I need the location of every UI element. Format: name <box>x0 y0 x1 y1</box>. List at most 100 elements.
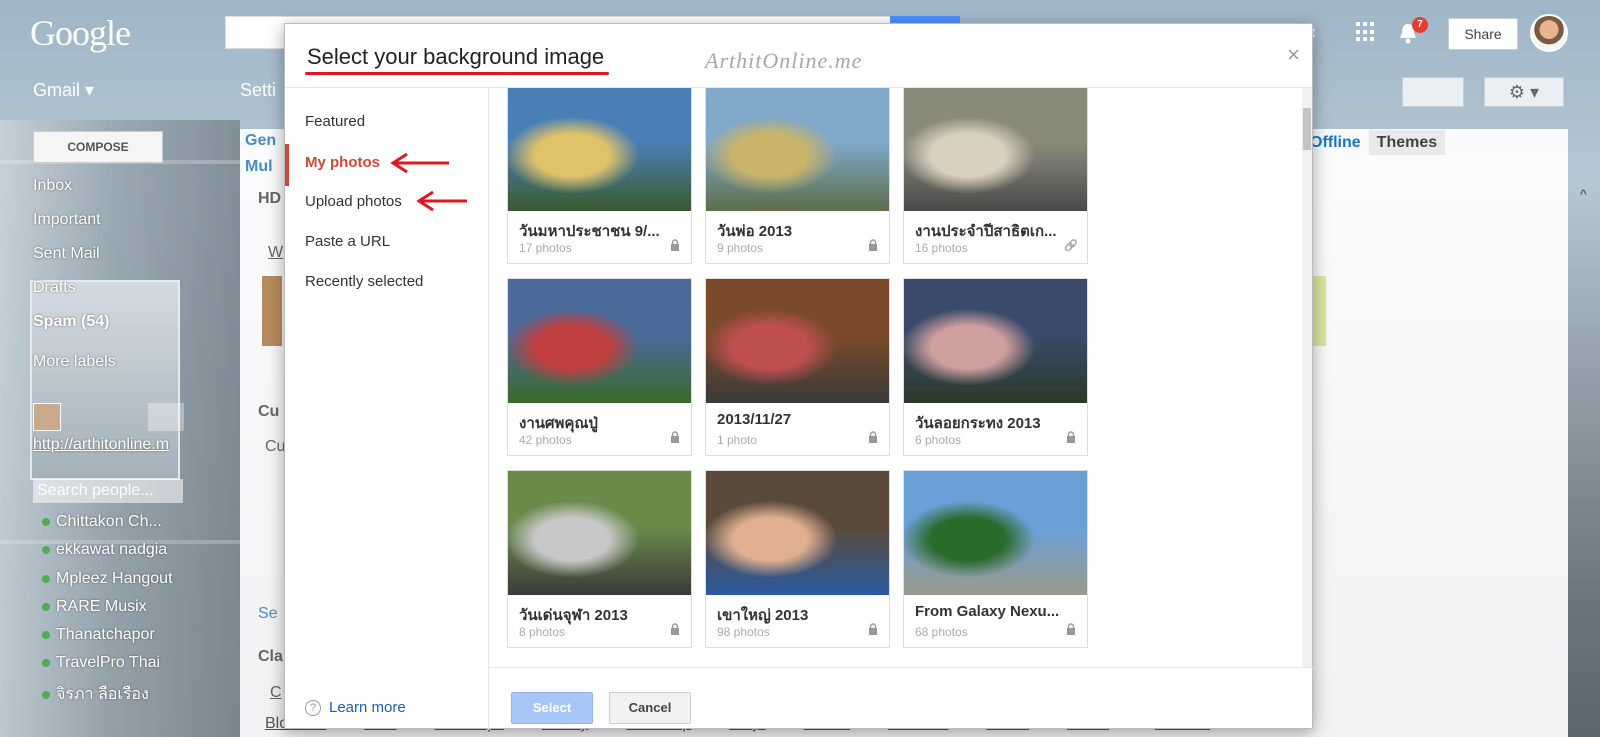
link-partial[interactable]: W <box>268 244 283 262</box>
nav-paste-url[interactable]: Paste a URL <box>305 233 390 250</box>
album-thumbnail[interactable] <box>904 471 1087 595</box>
keyboard-input-button[interactable] <box>1402 77 1464 107</box>
annotation-arrow-icon <box>416 190 467 212</box>
dialog-title: Select your background image <box>307 44 605 69</box>
album-card[interactable]: วันลอยกระทง 2013 6 photos <box>903 278 1088 456</box>
album-grid: วันมหาประชาชน 9/... 17 photos วันพ่อ 2013 9… <box>489 88 1299 667</box>
album-name: วันมหาประชาชน 9/... <box>519 223 660 240</box>
scrollbar[interactable] <box>1302 88 1312 667</box>
album-card[interactable]: งานประจำปีสาธิตเก... 16 photos 🔗 <box>903 88 1088 264</box>
album-thumbnail[interactable] <box>508 471 691 595</box>
chat-contact[interactable]: Thanatchapor <box>42 626 187 644</box>
share-button[interactable]: Share <box>1448 18 1518 50</box>
tab-offline[interactable]: Offline <box>1310 134 1361 151</box>
tab-multiple-partial[interactable]: Mul <box>245 158 273 176</box>
classic-heading-partial: Cla <box>258 648 283 665</box>
watermark: ArthitOnline.me <box>705 48 863 73</box>
gmail-menu-label[interactable]: Gmail ▾ <box>33 80 94 101</box>
dialog-footer: Select Cancel <box>489 667 1313 729</box>
album-name: งานประจำปีสาธิตเก... <box>915 223 1057 240</box>
album-name: 2013/11/27 <box>717 411 792 428</box>
sidebar-item-more-labels[interactable]: More labels <box>33 353 116 371</box>
close-icon[interactable]: × <box>1287 42 1300 68</box>
learn-more-link[interactable]: ? Learn more <box>305 699 406 716</box>
album-card[interactable]: วันพ่อ 2013 9 photos <box>705 88 890 264</box>
chat-contact[interactable]: TravelPro Thai <box>42 654 187 672</box>
lock-icon <box>869 431 877 443</box>
apps-grid-icon[interactable] <box>1356 22 1376 42</box>
chat-contact[interactable]: ekkawat nadgia <box>42 541 187 559</box>
background-image-dialog: Select your background image ArthitOnlin… <box>284 23 1313 730</box>
see-link-partial[interactable]: Se <box>258 605 278 623</box>
custom-label-partial: Cu <box>265 438 286 455</box>
lock-icon <box>869 239 877 251</box>
chat-contact[interactable]: จิรภา ลือเรือง <box>42 682 187 707</box>
album-name: เขาใหญ่ 2013 <box>717 607 809 624</box>
theme-thumbnail[interactable] <box>262 276 282 346</box>
dialog-nav: Featured My photos Upload photos Paste a… <box>285 88 489 730</box>
scrollbar-thumb[interactable] <box>1303 108 1311 150</box>
nav-recently-selected[interactable]: Recently selected <box>305 273 423 290</box>
sidebar-item-spam[interactable]: Spam (54) <box>33 313 109 331</box>
album-thumbnail[interactable] <box>508 88 691 211</box>
notification-count-badge: 7 <box>1412 17 1428 33</box>
scroll-up-icon[interactable]: ^ <box>1580 186 1587 202</box>
sidebar-item-sent-mail[interactable]: Sent Mail <box>33 245 100 263</box>
nav-my-photos[interactable]: My photos <box>305 154 380 171</box>
album-thumbnail[interactable] <box>904 279 1087 403</box>
sidebar-item-inbox[interactable]: Inbox <box>33 177 72 195</box>
video-call-icon[interactable] <box>148 403 184 431</box>
album-photo-count: 9 photos <box>717 241 764 255</box>
active-nav-indicator <box>285 144 289 186</box>
custom-heading-partial: Cu <box>258 403 280 420</box>
nav-upload-photos[interactable]: Upload photos <box>305 193 402 210</box>
account-avatar[interactable] <box>1530 14 1568 52</box>
sidebar-item-important[interactable]: Important <box>33 211 101 229</box>
album-photo-count: 42 photos <box>519 433 572 447</box>
album-thumbnail[interactable] <box>706 471 889 595</box>
google-logo[interactable]: Google <box>30 12 131 54</box>
album-photo-count: 8 photos <box>519 625 566 639</box>
annotation-underline <box>305 72 609 75</box>
sidebar-item-drafts[interactable]: Drafts <box>33 279 76 297</box>
link-icon: 🔗 <box>1064 240 1078 252</box>
cancel-button[interactable]: Cancel <box>609 692 691 724</box>
album-card[interactable]: เขาใหญ่ 2013 98 photos <box>705 470 890 648</box>
album-photo-count: 6 photos <box>915 433 962 447</box>
learn-more-label[interactable]: Learn more <box>329 699 406 716</box>
chat-contact[interactable]: Chittakon Ch... <box>42 513 187 531</box>
dialog-header: Select your background image ArthitOnlin… <box>285 24 1312 88</box>
album-card[interactable]: งานศพคุณปู่ 42 photos <box>507 278 692 456</box>
chat-contact[interactable]: Mpleez Hangout <box>42 570 187 588</box>
annotation-arrow-icon <box>390 152 449 174</box>
album-card[interactable]: วันเด่นจุฬา 2013 8 photos <box>507 470 692 648</box>
nav-featured[interactable]: Featured <box>305 113 365 130</box>
album-thumbnail[interactable] <box>706 88 889 211</box>
lock-icon <box>671 431 679 443</box>
album-name: งานศพคุณปู่ <box>519 415 598 432</box>
album-card[interactable]: From Galaxy Nexu... 68 photos <box>903 470 1088 648</box>
lock-icon <box>671 239 679 251</box>
album-thumbnail[interactable] <box>706 279 889 403</box>
album-photo-count: 16 photos <box>915 241 968 255</box>
album-name: วันเด่นจุฬา 2013 <box>519 607 628 624</box>
compose-button[interactable]: COMPOSE <box>33 131 163 163</box>
album-thumbnail[interactable] <box>904 88 1087 211</box>
tab-themes[interactable]: Themes <box>1368 130 1446 155</box>
album-card[interactable]: 2013/11/27 1 photo <box>705 278 890 456</box>
tab-general-partial[interactable]: Gen <box>245 132 276 150</box>
classic-link-partial[interactable]: C <box>270 684 282 702</box>
album-card[interactable]: วันมหาประชาชน 9/... 17 photos <box>507 88 692 264</box>
chat-avatar[interactable] <box>33 403 61 431</box>
settings-gear-icon[interactable]: ⚙ ▾ <box>1484 77 1564 107</box>
help-icon: ? <box>305 699 321 716</box>
album-photo-count: 17 photos <box>519 241 572 255</box>
album-name: From Galaxy Nexu... <box>915 603 1060 620</box>
settings-heading-partial: Setti <box>240 80 277 100</box>
select-button[interactable]: Select <box>511 692 593 724</box>
status-link[interactable]: http://arthitonline.m <box>33 436 169 454</box>
chat-contact[interactable]: RARE Musix <box>42 598 187 616</box>
settings-tabs-right: Offline Themes <box>1310 130 1446 155</box>
album-thumbnail[interactable] <box>508 279 691 403</box>
search-people-input[interactable]: Search people... <box>33 479 183 503</box>
